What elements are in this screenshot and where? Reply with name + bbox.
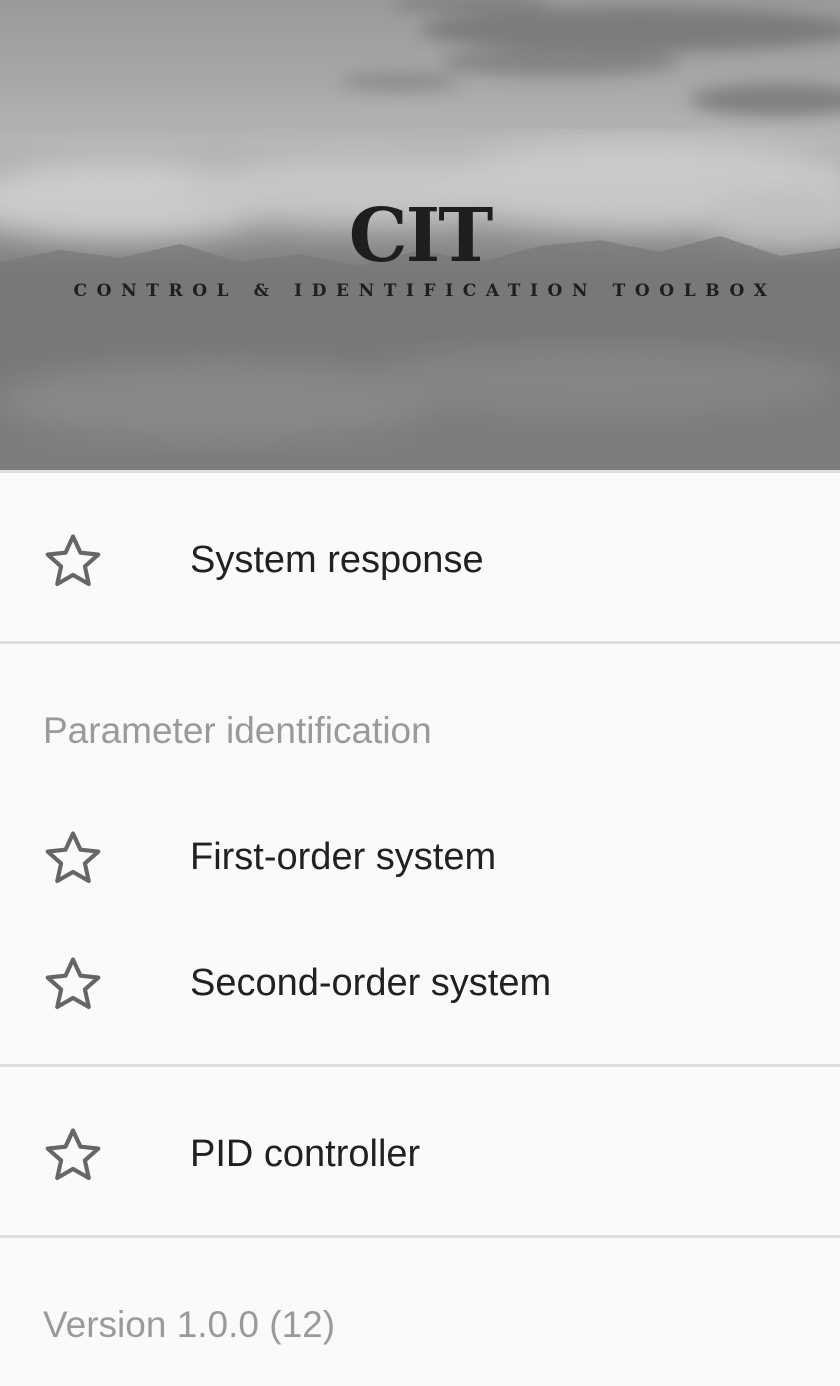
star-outline-icon [42,953,104,1015]
drawer-header: CIT CONTROL & IDENTIFICATION TOOLBOX [0,0,840,472]
menu-item-system-response[interactable]: System response [0,505,840,615]
app-logo-subtitle: CONTROL & IDENTIFICATION TOOLBOX [73,281,777,301]
menu-item-second-order-system[interactable]: Second-order system [0,928,840,1038]
menu-item-label: PID controller [190,1133,421,1175]
section-header-parameter-identification: Parameter identification [43,710,432,751]
menu-item-label: Second-order system [190,962,552,1004]
star-outline-icon [42,827,104,889]
app-logo: CIT [348,193,494,279]
version-text: Version 1.0.0 (12) [43,1304,336,1345]
header-divider [0,470,840,473]
section-divider [0,1235,840,1238]
menu-item-pid-controller[interactable]: PID controller [0,1099,840,1209]
star-outline-icon [42,1124,104,1186]
section-divider [0,1064,840,1067]
menu-item-label: First-order system [190,836,497,878]
section-divider [0,641,840,644]
navigation-drawer: CIT CONTROL & IDENTIFICATION TOOLBOX Sys… [0,0,840,1386]
menu-item-first-order-system[interactable]: First-order system [0,802,840,912]
menu-item-label: System response [190,539,484,581]
star-outline-icon [42,530,104,592]
